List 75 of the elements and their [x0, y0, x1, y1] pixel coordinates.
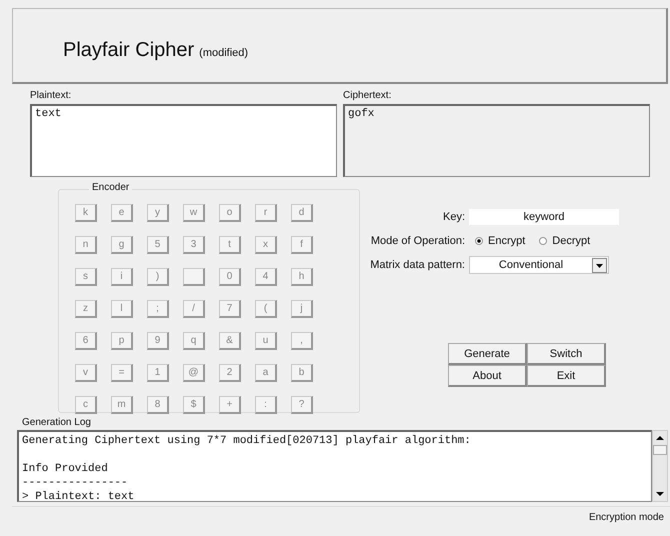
- scrollbar[interactable]: [652, 430, 668, 502]
- mode-radio[interactable]: Encrypt: [475, 235, 526, 247]
- matrix-key[interactable]: o: [219, 204, 241, 222]
- matrix-key[interactable]: u: [255, 332, 277, 350]
- action-button[interactable]: Generate: [448, 343, 527, 365]
- matrix-key[interactable]: n: [75, 236, 97, 254]
- action-button[interactable]: About: [448, 365, 527, 387]
- matrix-key[interactable]: =: [111, 364, 133, 382]
- key-label: Key:: [442, 211, 466, 223]
- matrix-key[interactable]: 6: [75, 332, 97, 350]
- log-line: Generating Ciphertext using 7*7 modified[020713] playfair algorithm:: [22, 434, 472, 448]
- matrix-key[interactable]: i: [111, 268, 133, 286]
- action-button[interactable]: Exit: [527, 365, 606, 387]
- matrix-key[interactable]: p: [111, 332, 133, 350]
- ciphertext-label: Ciphertext:: [343, 90, 392, 101]
- matrix-key[interactable]: +: [219, 396, 241, 414]
- matrix-key[interactable]: x: [255, 236, 277, 254]
- app-subtitle: (modified): [199, 47, 248, 59]
- matrix-key[interactable]: e: [111, 204, 133, 222]
- action-button[interactable]: Switch: [527, 343, 606, 365]
- matrix-key[interactable]: @: [183, 364, 205, 382]
- mode-radio[interactable]: Decrypt: [539, 235, 590, 247]
- plaintext-field[interactable]: text: [30, 104, 337, 177]
- matrix-key[interactable]: &: [219, 332, 241, 350]
- matrix-key[interactable]: r: [255, 204, 277, 222]
- matrix-key[interactable]: ?: [291, 396, 313, 414]
- matrix-key[interactable]: b: [291, 364, 313, 382]
- log-line: > Plaintext: text: [22, 490, 136, 501]
- matrix-key[interactable]: m: [111, 396, 133, 414]
- ciphertext-field[interactable]: gofx: [343, 104, 650, 177]
- pattern-label: Matrix data pattern:: [369, 259, 466, 271]
- matrix-key[interactable]: 4: [255, 268, 277, 286]
- matrix-key[interactable]: 0: [219, 268, 241, 286]
- matrix-key[interactable]: 5: [147, 236, 169, 254]
- mode-label: Mode of Operation:: [370, 235, 466, 247]
- matrix-key[interactable]: a: [255, 364, 277, 382]
- key-field[interactable]: keyword: [469, 209, 619, 225]
- scroll-thumb[interactable]: [653, 445, 667, 455]
- matrix-key[interactable]: f: [291, 236, 313, 254]
- matrix-key[interactable]: $: [183, 396, 205, 414]
- matrix-key[interactable]: [183, 268, 205, 286]
- matrix-key[interactable]: c: [75, 396, 97, 414]
- matrix-key[interactable]: ): [147, 268, 169, 286]
- matrix-key[interactable]: h: [291, 268, 313, 286]
- matrix-key[interactable]: w: [183, 204, 205, 222]
- matrix-key[interactable]: j: [291, 300, 313, 318]
- log-line: Info Provided: [22, 462, 109, 476]
- matrix-key[interactable]: /: [183, 300, 205, 318]
- matrix-key[interactable]: k: [75, 204, 97, 222]
- plaintext-label: Plaintext:: [30, 90, 72, 101]
- matrix-key[interactable]: g: [111, 236, 133, 254]
- matrix-key[interactable]: 1: [147, 364, 169, 382]
- matrix-key[interactable]: 7: [219, 300, 241, 318]
- matrix-key[interactable]: l: [111, 300, 133, 318]
- matrix-key[interactable]: y: [147, 204, 169, 222]
- log-line: ----------------: [22, 476, 129, 490]
- matrix-key[interactable]: s: [75, 268, 97, 286]
- matrix-key[interactable]: t: [219, 236, 241, 254]
- log-title: Generation Log: [22, 417, 92, 428]
- matrix-key[interactable]: ,: [291, 332, 313, 350]
- matrix-key[interactable]: 3: [183, 236, 205, 254]
- matrix-key[interactable]: z: [75, 300, 97, 318]
- matrix-key[interactable]: :: [255, 396, 277, 414]
- matrix-key[interactable]: 9: [147, 332, 169, 350]
- matrix-key[interactable]: 8: [147, 396, 169, 414]
- matrix-key[interactable]: ;: [147, 300, 169, 318]
- matrix-key[interactable]: q: [183, 332, 205, 350]
- matrix-key[interactable]: d: [291, 204, 313, 222]
- app-title: Playfair Cipher: [63, 39, 194, 62]
- matrix-key[interactable]: (: [255, 300, 277, 318]
- status-text: Encryption mode: [588, 512, 664, 522]
- encoder-title: Encoder: [89, 182, 132, 193]
- matrix-key[interactable]: v: [75, 364, 97, 382]
- pattern-dropdown[interactable]: Conventional: [469, 256, 609, 274]
- matrix-key[interactable]: 2: [219, 364, 241, 382]
